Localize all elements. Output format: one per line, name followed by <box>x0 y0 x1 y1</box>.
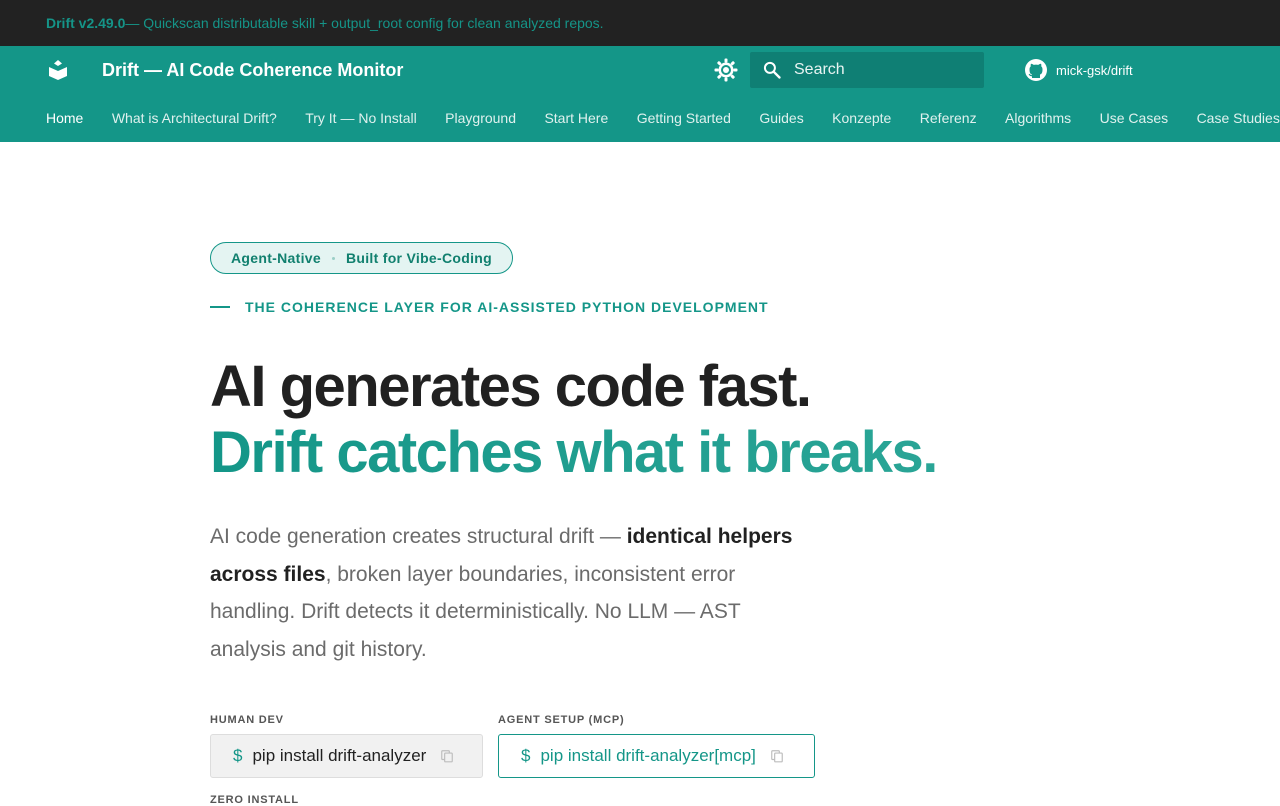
pill-vibe-coding: Built for Vibe-Coding <box>345 250 492 266</box>
tab-case-studies[interactable]: Case Studies <box>1197 94 1280 142</box>
human-dev-label: HUMAN DEV <box>210 714 284 726</box>
drift-logo-icon[interactable] <box>46 58 70 82</box>
copy-icon[interactable] <box>440 749 454 763</box>
tab-guides[interactable]: Guides <box>759 94 803 142</box>
eyebrow-dash <box>210 306 230 308</box>
tab-what-is-drift[interactable]: What is Architectural Drift? <box>112 94 277 142</box>
agent-install-command[interactable]: $ pip install drift-analyzer[mcp] <box>498 734 815 778</box>
tab-use-cases[interactable]: Use Cases <box>1100 94 1168 142</box>
pill-separator-dot <box>331 256 335 260</box>
github-repo-link[interactable]: mick-gsk/drift <box>1024 57 1133 83</box>
theme-toggle-icon[interactable] <box>714 58 738 82</box>
human-install-text: pip install drift-analyzer <box>252 746 427 765</box>
headline-line-2: Drift catches what it breaks. <box>210 420 938 485</box>
tab-referenz[interactable]: Referenz <box>920 94 977 142</box>
human-install-command[interactable]: $ pip install drift-analyzer <box>210 734 483 778</box>
announcement-version[interactable]: Drift v2.49.0 <box>46 15 125 31</box>
nav-tabs: Home What is Architectural Drift? Try It… <box>0 94 1280 142</box>
search-box[interactable] <box>750 52 984 88</box>
eyebrow-text: THE COHERENCE LAYER FOR AI-ASSISTED PYTH… <box>245 299 769 315</box>
github-icon <box>1025 59 1047 81</box>
tab-start-here[interactable]: Start Here <box>544 94 608 142</box>
search-icon <box>763 61 781 79</box>
tab-playground[interactable]: Playground <box>445 94 516 142</box>
announcement-text[interactable]: — Quickscan distributable skill + output… <box>125 15 603 31</box>
search-input[interactable] <box>794 61 964 79</box>
tab-konzepte[interactable]: Konzepte <box>832 94 891 142</box>
agent-setup-label: AGENT SETUP (MCP) <box>498 714 625 726</box>
lead-text-1: AI code generation creates structural dr… <box>210 525 627 548</box>
prompt-dollar: $ <box>233 746 243 765</box>
copy-icon[interactable] <box>770 749 784 763</box>
announcement-bar: Drift v2.49.0 — Quickscan distributable … <box>0 0 1280 46</box>
site-title[interactable]: Drift — AI Code Coherence Monitor <box>102 46 403 94</box>
prompt-dollar: $ <box>521 746 531 765</box>
zero-install-label: ZERO INSTALL <box>210 794 299 806</box>
lead-paragraph: AI code generation creates structural dr… <box>210 518 810 668</box>
tab-getting-started[interactable]: Getting Started <box>637 94 731 142</box>
eyebrow: THE COHERENCE LAYER FOR AI-ASSISTED PYTH… <box>210 299 769 315</box>
tab-algorithms[interactable]: Algorithms <box>1005 94 1071 142</box>
repo-name: mick-gsk/drift <box>1056 62 1133 78</box>
headline-line-1: AI generates code fast. <box>210 354 812 419</box>
pill-agent-native: Agent-Native <box>231 250 321 266</box>
agent-install-text: pip install drift-analyzer[mcp] <box>540 746 756 765</box>
tab-home[interactable]: Home <box>46 94 83 142</box>
hero-pill: Agent-Native Built for Vibe-Coding <box>210 242 513 274</box>
header: Drift — AI Code Coherence Monitor Search… <box>0 46 1280 94</box>
tab-try-it[interactable]: Try It — No Install <box>305 94 417 142</box>
